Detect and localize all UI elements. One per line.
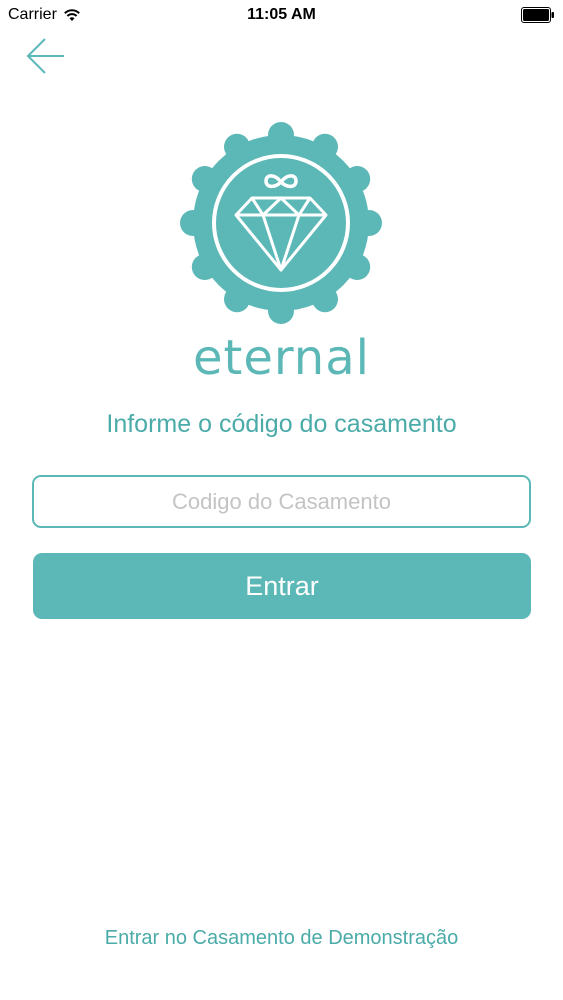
status-bar: Carrier 11:05 AM xyxy=(0,0,563,30)
demo-wedding-link[interactable]: Entrar no Casamento de Demonstração xyxy=(0,927,563,950)
battery-icon xyxy=(521,7,554,23)
brand-name: eternal xyxy=(193,330,370,386)
arrow-left-icon xyxy=(26,38,64,74)
diamond-infinity-badge-icon xyxy=(180,122,382,324)
instruction-text: Informe o código do casamento xyxy=(106,410,457,438)
wedding-code-input[interactable] xyxy=(32,475,531,528)
back-button[interactable] xyxy=(24,36,68,76)
enter-button[interactable]: Entrar xyxy=(33,553,531,619)
status-time: 11:05 AM xyxy=(247,6,316,23)
